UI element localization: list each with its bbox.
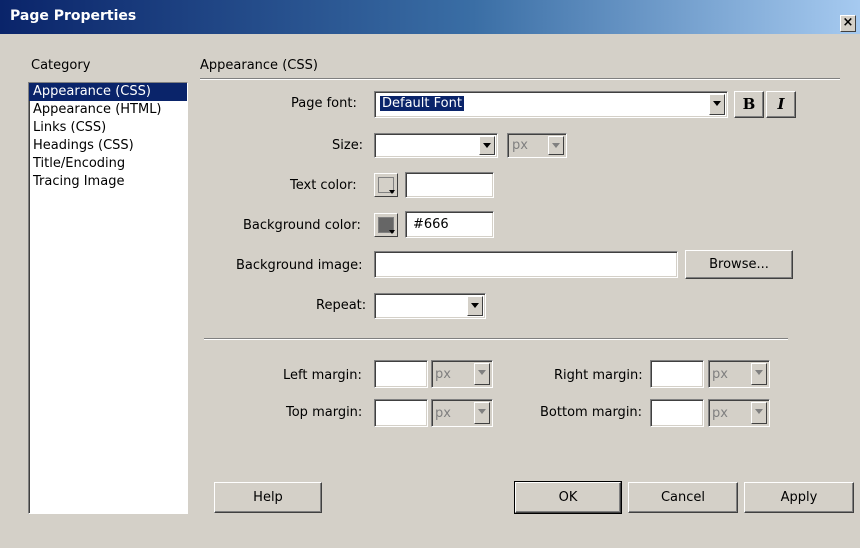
top-margin-input[interactable]	[374, 399, 428, 427]
size-unit-value: px	[512, 138, 528, 153]
left-margin-unit-select: px	[431, 360, 493, 388]
window-title: Page Properties	[10, 8, 137, 24]
left-margin-input[interactable]	[374, 360, 428, 388]
ok-button[interactable]: OK	[514, 481, 622, 514]
bottom-margin-unit: px	[712, 406, 728, 421]
browse-button[interactable]: Browse...	[685, 250, 793, 279]
category-item-appearance-html[interactable]: Appearance (HTML)	[29, 101, 187, 119]
bottom-margin-unit-select: px	[708, 399, 770, 427]
apply-button[interactable]: Apply	[744, 482, 854, 513]
chevron-down-icon[interactable]	[709, 94, 725, 115]
left-margin-label: Left margin:	[283, 368, 362, 383]
bg-image-label: Background image:	[236, 258, 363, 273]
page-font-select[interactable]: Default Font	[374, 91, 728, 118]
chevron-down-icon[interactable]	[467, 296, 483, 316]
chevron-down-icon	[389, 190, 395, 194]
repeat-select[interactable]	[374, 293, 486, 319]
bg-color-picker[interactable]	[374, 213, 398, 237]
size-select[interactable]	[374, 133, 498, 158]
category-item-tracing-image[interactable]: Tracing Image	[29, 173, 187, 191]
chevron-down-icon	[474, 363, 490, 385]
margins-divider	[204, 338, 788, 340]
right-margin-unit: px	[712, 367, 728, 382]
chevron-down-icon	[751, 363, 767, 385]
top-margin-unit: px	[435, 406, 451, 421]
page-font-label: Page font:	[291, 96, 357, 111]
top-margin-unit-select: px	[431, 399, 493, 427]
chevron-down-icon	[389, 230, 395, 234]
right-margin-input[interactable]	[650, 360, 704, 388]
size-unit-select: px	[507, 133, 567, 158]
size-label: Size:	[332, 138, 364, 153]
panel-title: Appearance (CSS)	[200, 58, 318, 73]
chevron-down-icon	[548, 136, 564, 155]
chevron-down-icon	[751, 402, 767, 424]
help-button[interactable]: Help	[214, 482, 322, 513]
text-color-input[interactable]	[405, 172, 494, 198]
text-color-picker[interactable]	[374, 173, 398, 197]
text-color-label: Text color:	[290, 178, 357, 193]
category-item-links-css[interactable]: Links (CSS)	[29, 119, 187, 137]
bottom-margin-input[interactable]	[650, 399, 704, 427]
close-icon: ×	[842, 15, 854, 30]
category-item-title-encoding[interactable]: Title/Encoding	[29, 155, 187, 173]
page-properties-dialog: Page Properties × Category Appearance (C…	[0, 0, 860, 548]
title-bar: Page Properties ×	[0, 0, 860, 34]
cancel-button[interactable]: Cancel	[628, 482, 738, 513]
bg-color-value: #666	[413, 217, 449, 232]
category-list[interactable]: Appearance (CSS) Appearance (HTML) Links…	[28, 82, 188, 514]
repeat-label: Repeat:	[316, 298, 367, 313]
bg-color-label: Background color:	[243, 218, 361, 233]
bg-image-input[interactable]	[374, 251, 678, 278]
chevron-down-icon[interactable]	[479, 136, 495, 155]
chevron-down-icon	[474, 402, 490, 424]
category-label: Category	[31, 58, 91, 73]
right-margin-label: Right margin:	[554, 368, 643, 383]
bg-color-input[interactable]: #666	[405, 211, 494, 238]
italic-button[interactable]: I	[766, 91, 796, 118]
bold-button[interactable]: B	[734, 91, 764, 118]
left-margin-unit: px	[435, 367, 451, 382]
bottom-margin-label: Bottom margin:	[540, 405, 643, 420]
panel-divider	[200, 78, 840, 80]
category-item-headings-css[interactable]: Headings (CSS)	[29, 137, 187, 155]
top-margin-label: Top margin:	[286, 405, 363, 420]
page-font-value: Default Font	[380, 96, 464, 111]
category-item-appearance-css[interactable]: Appearance (CSS)	[29, 83, 187, 101]
right-margin-unit-select: px	[708, 360, 770, 388]
close-button[interactable]: ×	[840, 15, 856, 32]
